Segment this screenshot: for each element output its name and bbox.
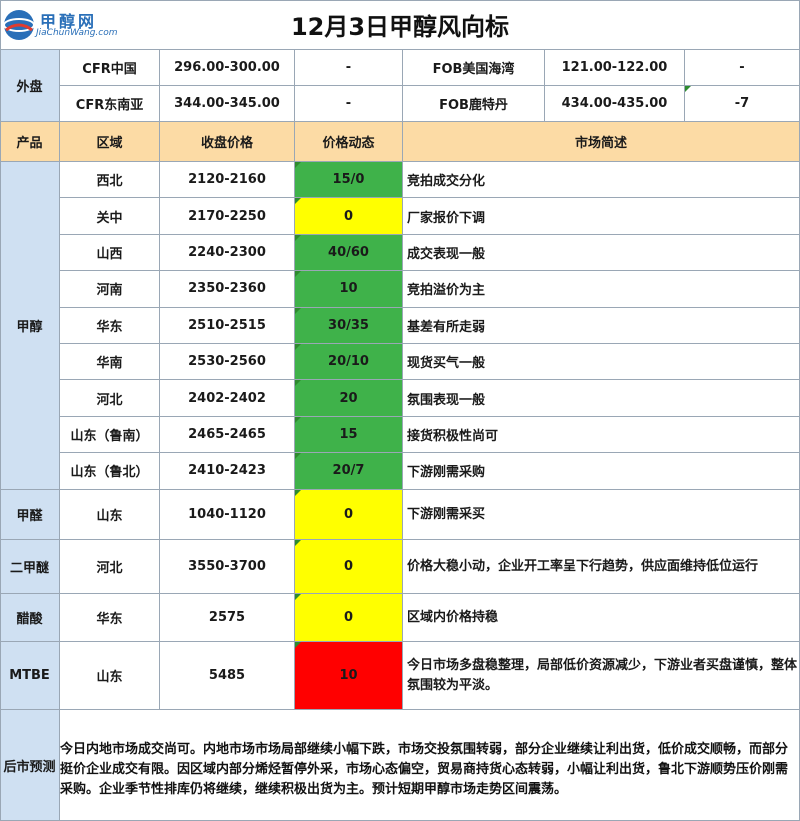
header-product: 产品 <box>0 122 60 162</box>
close-price-cell: 2410-2423 <box>160 453 295 490</box>
close-price-cell: 1040-1120 <box>160 490 295 540</box>
close-price-cell: 2350-2360 <box>160 271 295 308</box>
methanol-indicator-sheet: 12月3日甲醇风向标 甲醇网 JiaChunWang.com 外盘 CFR中国 29… <box>0 0 800 821</box>
header-close-price: 收盘价格 <box>160 122 295 162</box>
region-cell: 西北 <box>60 162 160 199</box>
region-cell: 关中 <box>60 198 160 235</box>
price-dynamic-cell: 20/10 <box>295 344 403 381</box>
market-brief-cell: 下游刚需采买 <box>403 490 800 540</box>
market-brief-cell: 价格大稳小动，企业开工率呈下行趋势，供应面维持低位运行 <box>403 540 800 594</box>
price-dynamic-cell: 40/60 <box>295 234 403 272</box>
market-brief-cell: 成交表现一般 <box>403 234 800 272</box>
close-price-cell: 2120-2160 <box>160 162 295 199</box>
price-dynamic-cell: 30/35 <box>295 307 403 344</box>
price-dynamic-cell: 20/7 <box>295 453 403 490</box>
region-cell: 华东 <box>60 307 160 344</box>
close-price-cell: 2575 <box>160 594 295 642</box>
price-dynamic-cell: 20 <box>295 380 403 417</box>
outer-name-right: FOB鹿特丹 <box>403 86 545 122</box>
title-text: 12月3日甲醇风向标 <box>290 13 510 41</box>
region-cell: 华南 <box>60 344 160 381</box>
outer-name-left: CFR东南亚 <box>60 86 160 122</box>
region-cell: 山东 <box>60 642 160 710</box>
outer-change-left: - <box>295 86 403 122</box>
sheet-title: 12月3日甲醇风向标 <box>0 0 800 50</box>
close-price-cell: 2240-2300 <box>160 234 295 272</box>
forecast-text: 今日内地市场成交尚可。内地市场市场局部继续小幅下跌，市场交投氛围转弱，部分企业继… <box>60 742 789 797</box>
logo: 甲醇网 JiaChunWang.com <box>2 6 120 44</box>
forecast-label: 后市预测 <box>0 710 60 821</box>
price-dynamic-cell: 15/0 <box>295 162 403 199</box>
product-label: 二甲醚 <box>0 540 60 594</box>
close-price-cell: 3550-3700 <box>160 540 295 594</box>
header-market-brief: 市场简述 <box>403 122 800 162</box>
globe-icon <box>3 10 35 40</box>
market-brief-cell: 现货买气一般 <box>403 344 800 381</box>
close-price-cell: 2510-2515 <box>160 307 295 344</box>
region-cell: 华东 <box>60 594 160 642</box>
market-brief-cell: 竞拍成交分化 <box>403 162 800 199</box>
price-dynamic-cell: 10 <box>295 642 403 710</box>
market-brief-cell: 氛围表现一般 <box>403 380 800 417</box>
outer-price-left: 296.00-300.00 <box>160 50 295 86</box>
logo-site: JiaChunWang.com <box>36 28 118 38</box>
close-price-cell: 2170-2250 <box>160 198 295 235</box>
close-price-cell: 5485 <box>160 642 295 710</box>
outer-market-label: 外盘 <box>0 50 60 122</box>
region-cell: 山东（鲁北） <box>60 453 160 490</box>
outer-change-right: -7 <box>685 86 800 122</box>
close-price-cell: 2465-2465 <box>160 416 295 454</box>
market-brief-cell: 下游刚需采购 <box>403 453 800 490</box>
price-dynamic-cell: 0 <box>295 594 403 642</box>
header-region: 区域 <box>60 122 160 162</box>
outer-name-right: FOB美国海湾 <box>403 50 545 86</box>
price-dynamic-cell: 10 <box>295 271 403 308</box>
product-label: MTBE <box>0 642 60 710</box>
product-label: 甲醛 <box>0 490 60 540</box>
region-cell: 山西 <box>60 234 160 272</box>
product-label: 醋酸 <box>0 594 60 642</box>
market-brief-cell: 区域内价格持稳 <box>403 594 800 642</box>
price-dynamic-cell: 0 <box>295 540 403 594</box>
price-dynamic-cell: 0 <box>295 490 403 540</box>
outer-change-right: - <box>685 50 800 86</box>
outer-name-left: CFR中国 <box>60 50 160 86</box>
outer-change-left: - <box>295 50 403 86</box>
market-brief-cell: 基差有所走弱 <box>403 307 800 344</box>
region-cell: 山东（鲁南） <box>60 416 160 454</box>
region-cell: 河北 <box>60 540 160 594</box>
outer-price-right: 121.00-122.00 <box>545 50 685 86</box>
market-brief-cell: 今日市场多盘稳整理，局部低价资源减少，下游业者买盘谨慎，整体氛围较为平淡。 <box>403 642 800 710</box>
outer-price-right: 434.00-435.00 <box>545 86 685 122</box>
price-dynamic-cell: 15 <box>295 416 403 454</box>
methanol-label: 甲醇 <box>0 162 60 490</box>
header-price-dynamic: 价格动态 <box>295 122 403 162</box>
region-cell: 河北 <box>60 380 160 417</box>
close-price-cell: 2530-2560 <box>160 344 295 381</box>
close-price-cell: 2402-2402 <box>160 380 295 417</box>
region-cell: 河南 <box>60 271 160 308</box>
market-brief-cell: 竞拍溢价为主 <box>403 271 800 308</box>
market-brief-cell: 厂家报价下调 <box>403 198 800 235</box>
outer-price-left: 344.00-345.00 <box>160 86 295 122</box>
price-dynamic-cell: 0 <box>295 198 403 235</box>
market-brief-cell: 接货积极性尚可 <box>403 416 800 454</box>
region-cell: 山东 <box>60 490 160 540</box>
